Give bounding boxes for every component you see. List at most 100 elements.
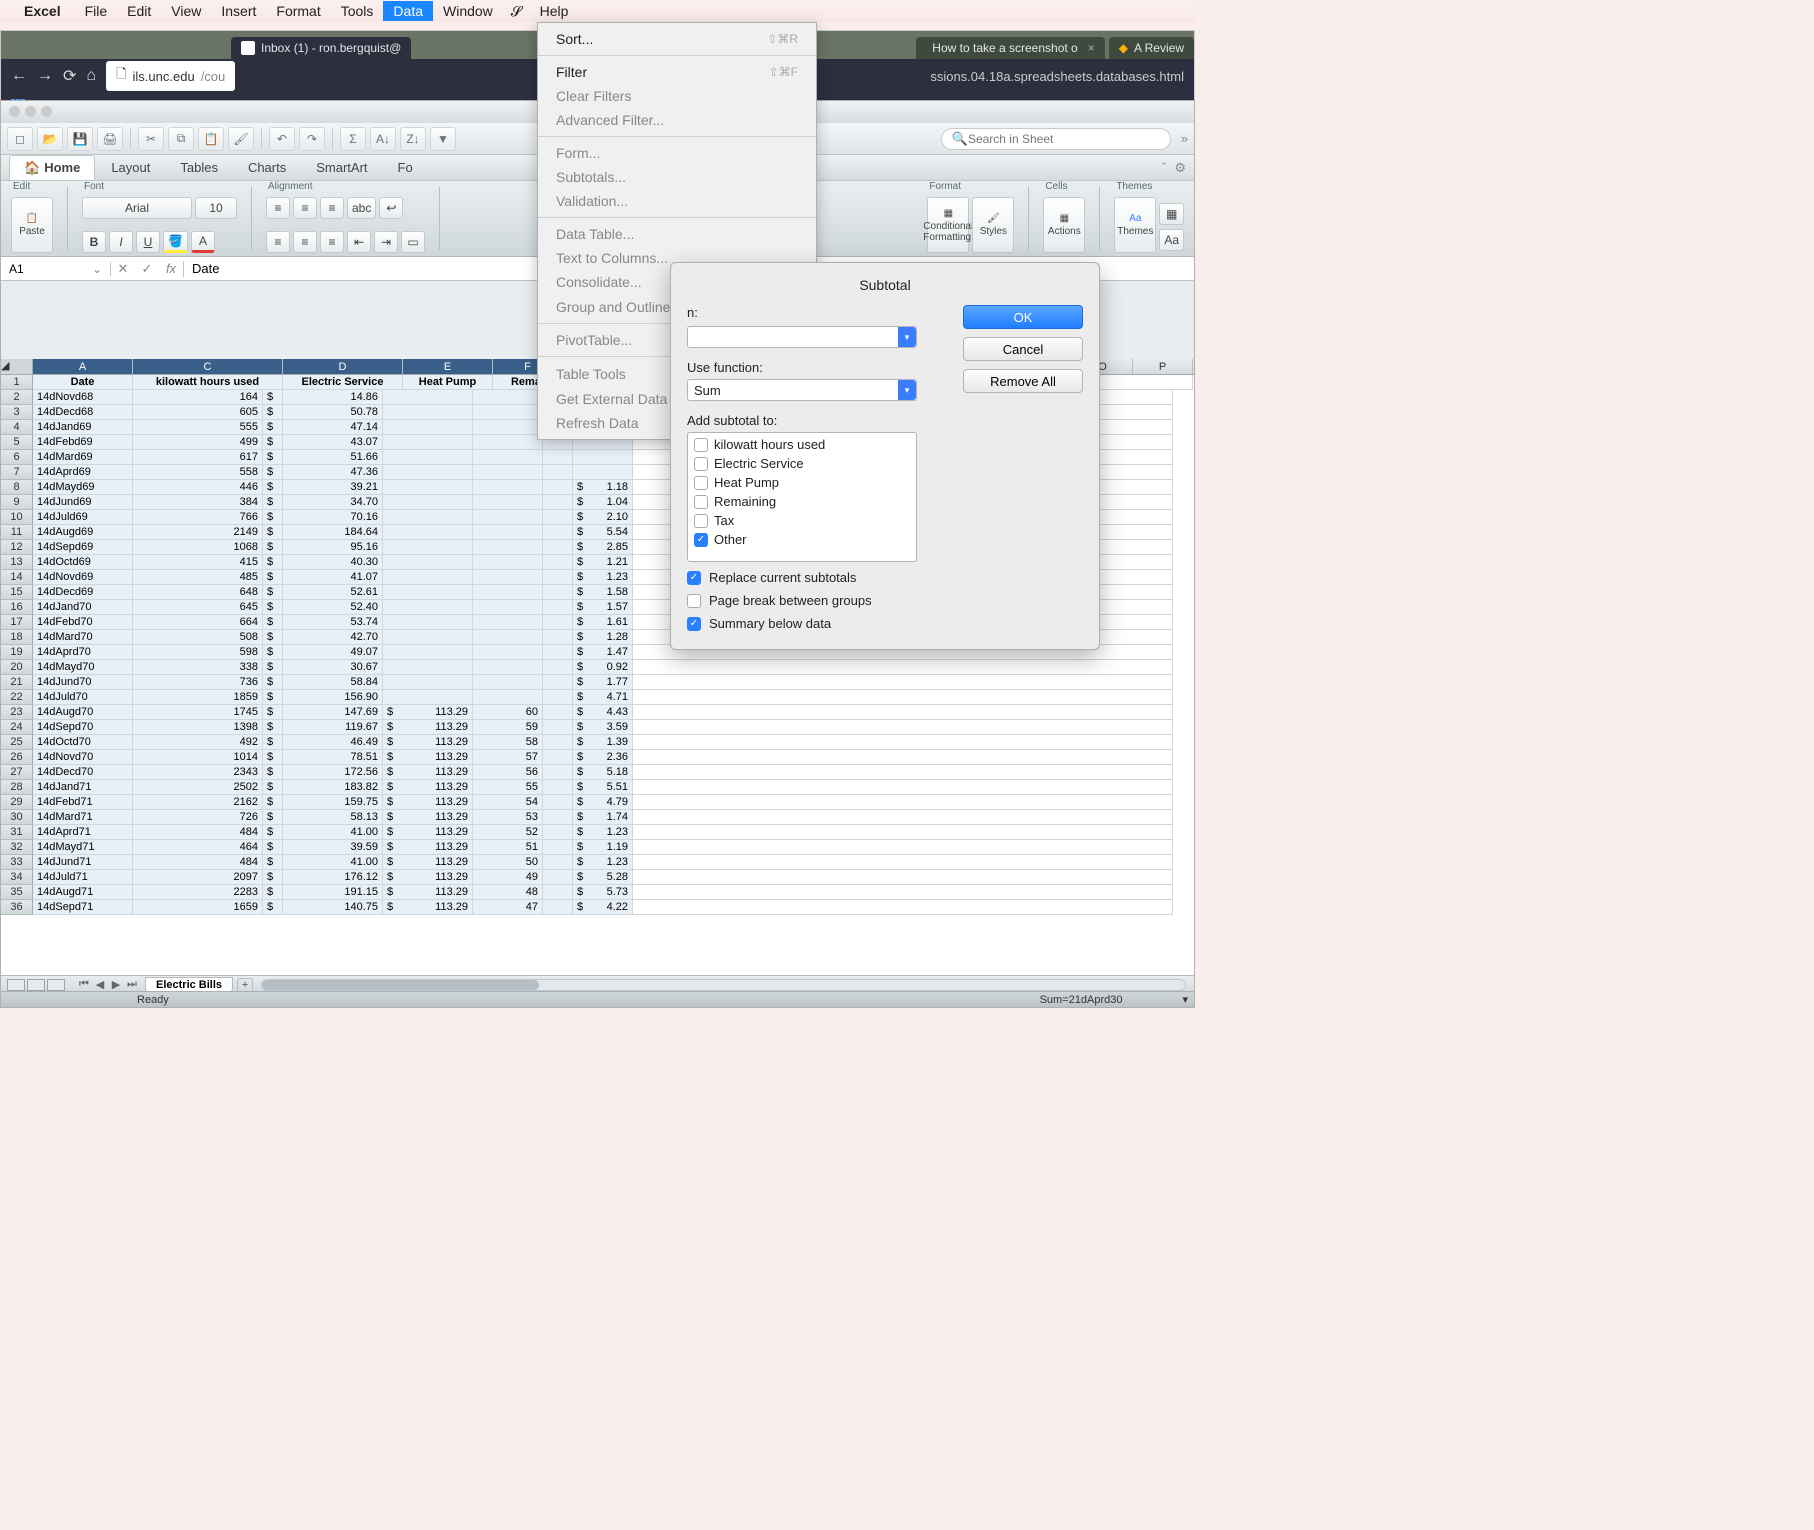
menu-item[interactable]: Data Table... [538,222,816,246]
themes-button[interactable]: AaThemes [1114,197,1156,253]
address-bar[interactable]: 🗋 ils.unc.edu/cou [106,61,235,91]
function-select[interactable]: Sum▾ [687,379,917,401]
select-all-corner[interactable]: ◢ [1,359,33,374]
checklist-item[interactable]: Remaining [690,492,914,511]
italic-button[interactable]: I [109,231,133,253]
search-input[interactable]: 🔍 [941,128,1171,150]
menu-item[interactable]: Sort...⇧⌘R [538,27,816,51]
new-icon[interactable]: ◻ [7,127,33,151]
script-icon[interactable]: 𝓢 [511,3,522,20]
normal-view-icon[interactable] [7,979,25,991]
menu-tools[interactable]: Tools [331,1,384,21]
paste-button[interactable]: 📋Paste [11,197,53,253]
browser-tab[interactable]: ◆A Review [1109,37,1194,59]
save-icon[interactable]: 💾 [67,127,93,151]
autosum-icon[interactable]: Σ [340,127,366,151]
expand-icon[interactable]: » [1181,131,1188,146]
copy-icon[interactable]: ⧉ [168,127,194,151]
menu-window[interactable]: Window [433,1,503,21]
ribbon-tab-charts[interactable]: Charts [234,156,300,179]
menu-item[interactable]: Validation... [538,189,816,213]
menu-insert[interactable]: Insert [211,1,266,21]
align-top-icon[interactable]: ≡ [266,197,290,219]
option-checkbox[interactable]: ✓Replace current subtotals [687,570,935,585]
back-icon[interactable]: ← [11,67,27,85]
cancel-button[interactable]: Cancel [963,337,1083,361]
menu-item[interactable]: Form... [538,141,816,165]
remove-all-button[interactable]: Remove All [963,369,1083,393]
filter-icon[interactable]: ▼ [430,127,456,151]
menu-edit[interactable]: Edit [117,1,161,21]
checklist-item[interactable]: Heat Pump [690,473,914,492]
name-box[interactable]: A1⌄ [1,262,111,276]
ribbon-tab-layout[interactable]: Layout [97,156,164,179]
menu-item[interactable]: Clear Filters [538,84,816,108]
ok-button[interactable]: OK [963,305,1083,329]
close-icon[interactable]: × [1088,41,1095,55]
col-header[interactable]: E [403,359,493,374]
align-center-icon[interactable]: ≡ [293,231,317,253]
checklist-item[interactable]: Tax [690,511,914,530]
menu-help[interactable]: Help [530,1,579,21]
prev-sheet-icon[interactable]: ◀ [93,978,107,991]
option-checkbox[interactable]: Page break between groups [687,593,935,608]
underline-button[interactable]: U [136,231,160,253]
merge-icon[interactable]: ▭ [401,231,425,253]
col-header[interactable]: D [283,359,403,374]
last-sheet-icon[interactable]: ⏭ [125,978,139,991]
menu-item[interactable]: Subtotals... [538,165,816,189]
gear-icon[interactable]: ⚙ [1174,160,1186,176]
redo-icon[interactable]: ↷ [299,127,325,151]
dropdown-icon[interactable]: ▾ [1182,993,1188,1006]
indent-inc-icon[interactable]: ⇥ [374,231,398,253]
menu-data[interactable]: Data [383,1,433,21]
open-icon[interactable]: 📂 [37,127,63,151]
sort-desc-icon[interactable]: Z↓ [400,127,426,151]
menu-view[interactable]: View [161,1,211,21]
align-left-icon[interactable]: ≡ [266,231,290,253]
checklist-item[interactable]: Electric Service [690,454,914,473]
col-header[interactable]: A [33,359,133,374]
paste-icon[interactable]: 📋 [198,127,224,151]
col-header[interactable]: C [133,359,283,374]
collapse-icon[interactable]: ˆ [1162,160,1166,176]
conditional-formatting-button[interactable]: ▦Conditional Formatting [927,197,969,253]
theme-colors-icon[interactable]: ▦ [1159,203,1184,225]
actions-button[interactable]: ▦Actions [1043,197,1085,253]
add-sheet-button[interactable]: + [237,978,253,992]
ribbon-tab-tables[interactable]: Tables [166,156,232,179]
orientation-button[interactable]: abc [347,197,376,219]
horizontal-scrollbar[interactable] [261,979,1186,991]
ribbon-tab-smartart[interactable]: SmartArt [302,156,381,179]
checklist-item[interactable]: ✓Other [690,530,914,549]
font-size-select[interactable]: 10 [195,197,237,219]
menu-item[interactable]: Filter⇧⌘F [538,60,816,84]
checklist-item[interactable]: kilowatt hours used [690,435,914,454]
cancel-formula-icon[interactable]: ✕ [111,261,135,277]
cut-icon[interactable]: ✂ [138,127,164,151]
menu-item[interactable]: Advanced Filter... [538,108,816,132]
undo-icon[interactable]: ↶ [269,127,295,151]
subtotal-checklist[interactable]: kilowatt hours usedElectric ServiceHeat … [687,432,917,562]
at-select[interactable]: ▾ [687,326,917,348]
next-sheet-icon[interactable]: ▶ [109,978,123,991]
styles-button[interactable]: 🖌Styles [972,197,1014,253]
fill-color-button[interactable]: 🪣 [163,231,188,253]
first-sheet-icon[interactable]: ⏮ [77,978,91,991]
font-color-button[interactable]: A [191,231,215,253]
menu-file[interactable]: File [75,1,118,21]
theme-fonts-icon[interactable]: Aa [1159,229,1184,251]
enter-formula-icon[interactable]: ✓ [135,261,159,277]
sheet-tab[interactable]: Electric Bills [145,977,233,992]
fx-icon[interactable]: fx [159,261,183,277]
home-icon[interactable]: ⌂ [86,67,96,85]
layout-view-icon[interactable] [27,979,45,991]
browser-tab[interactable]: Inbox (1) - ron.bergquist@ [231,37,411,59]
ribbon-tab-formulas[interactable]: Fo [384,156,427,179]
align-right-icon[interactable]: ≡ [320,231,344,253]
indent-dec-icon[interactable]: ⇤ [347,231,371,253]
reload-icon[interactable]: ⟳ [63,66,76,86]
format-painter-icon[interactable]: 🖌 [228,127,254,151]
align-bot-icon[interactable]: ≡ [320,197,344,219]
sort-asc-icon[interactable]: A↓ [370,127,396,151]
